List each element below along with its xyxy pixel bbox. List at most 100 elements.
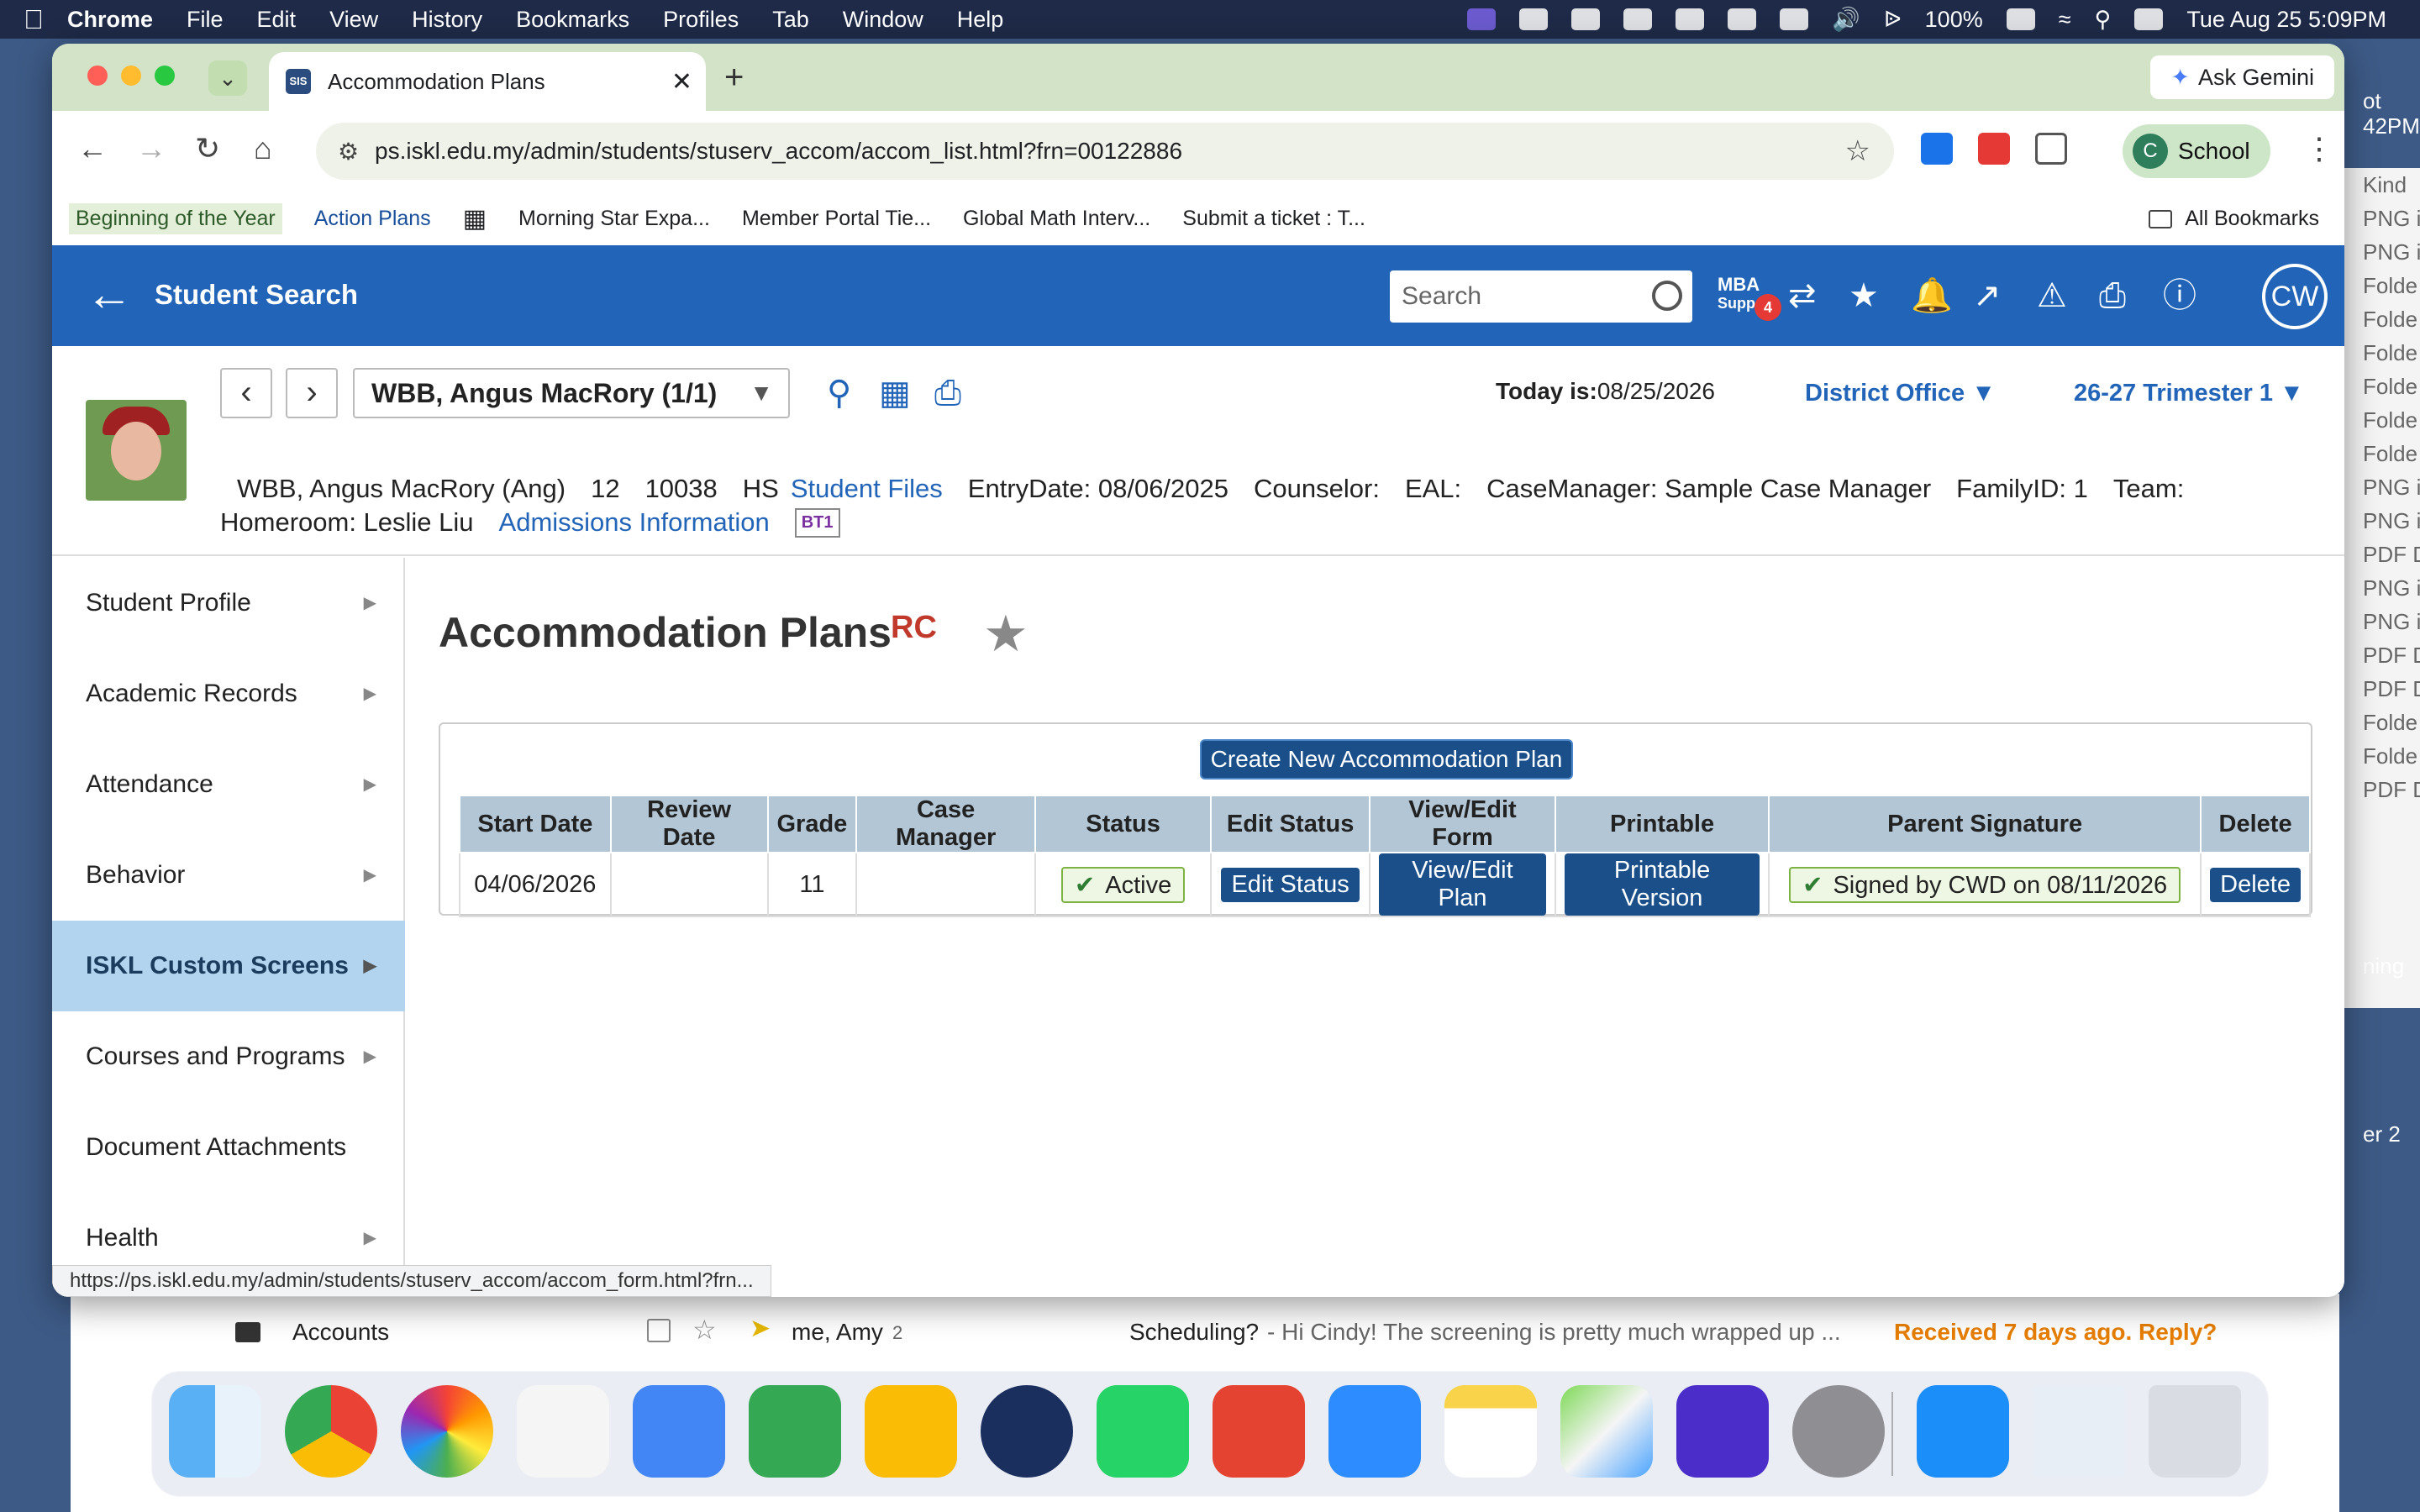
extension-icon-2[interactable] (1978, 133, 2010, 165)
previous-student-button[interactable]: ‹ (220, 368, 272, 418)
all-bookmarks[interactable]: All Bookmarks (2148, 207, 2319, 231)
tray-app-icon-3[interactable] (1728, 8, 1757, 30)
google-slides-icon[interactable] (865, 1385, 957, 1478)
ask-gemini-button[interactable]: ✦ Ask Gemini (2150, 55, 2334, 99)
sidebar-item-academic-records[interactable]: Academic Records ▶ (52, 648, 405, 739)
spotlight-icon[interactable]: ⚲ (2095, 7, 2112, 33)
control-center-icon[interactable] (2134, 8, 2164, 30)
profile-button[interactable]: C School (2123, 124, 2270, 178)
menu-tab[interactable]: Tab (772, 7, 809, 33)
new-tab-icon[interactable]: + (724, 59, 744, 97)
maximize-window-icon[interactable] (155, 66, 175, 86)
gmail-star-icon[interactable]: ☆ (692, 1314, 717, 1346)
close-tab-icon[interactable]: ✕ (671, 67, 692, 97)
view-edit-plan-button[interactable]: View/Edit Plan (1379, 853, 1546, 916)
volume-icon[interactable]: 🔊 (1832, 6, 1860, 33)
next-student-button[interactable]: › (286, 368, 338, 418)
bookmark-member-portal[interactable]: Member Portal Tie... (742, 207, 931, 231)
student-files-link[interactable]: Student Files (791, 474, 943, 504)
schedule-icon[interactable]: ▦ (879, 376, 911, 410)
sidebar-item-student-profile[interactable]: Student Profile ▶ (52, 558, 405, 648)
menu-history[interactable]: History (412, 7, 482, 33)
menu-app[interactable]: Chrome (67, 7, 153, 33)
menubar-clock[interactable]: Tue Aug 25 5:09PM (2186, 7, 2386, 33)
gmail-row[interactable]: Accounts ☆ ➤ me, Amy 2 Scheduling? - Hi … (71, 1310, 2339, 1378)
tab-search-chevron-icon[interactable]: ⌄ (208, 60, 247, 96)
reload-icon[interactable]: ↻ (195, 131, 220, 166)
bookmark-star-icon[interactable]: ☆ (1845, 134, 1870, 168)
finder-icon[interactable] (169, 1385, 261, 1478)
battery-icon[interactable] (2006, 8, 2035, 30)
bt1-badge[interactable]: BT1 (794, 507, 840, 538)
bookmark-beginning-of-year[interactable]: Beginning of the Year (69, 202, 282, 234)
sidebar-item-iskl-custom-screens[interactable]: ISKL Custom Screens ▶ (52, 921, 405, 1011)
photos-icon[interactable] (401, 1385, 493, 1478)
google-docs-icon[interactable] (633, 1385, 725, 1478)
menu-view[interactable]: View (329, 7, 378, 33)
gmail-checkbox[interactable] (647, 1319, 671, 1342)
back-arrow-icon[interactable]: ← (86, 270, 133, 318)
zoom-icon[interactable] (1328, 1385, 1421, 1478)
apple-icon[interactable]:  (0, 4, 67, 35)
menu-edit[interactable]: Edit (257, 7, 297, 33)
chrome-icon[interactable] (285, 1385, 377, 1478)
grammarly-icon[interactable] (1676, 1385, 1769, 1478)
notes-icon[interactable] (1444, 1385, 1537, 1478)
term-dropdown[interactable]: 26-27 Trimester 1 ▼ (2074, 380, 2304, 407)
bookmark-action-plans[interactable]: Action Plans (314, 207, 431, 231)
alert-warning-icon[interactable]: ⚠ (2037, 279, 2067, 312)
ps-search-input[interactable]: Search (1390, 270, 1692, 323)
bluetooth-icon[interactable]: ᐉ (1884, 7, 1902, 33)
grammarly-icon[interactable] (1571, 8, 1601, 30)
minimize-window-icon[interactable] (121, 66, 141, 86)
add-favorite-star-icon[interactable]: ★ (983, 605, 1028, 664)
print-icon[interactable]: ⎙ (934, 376, 961, 410)
address-url[interactable]: ps.iskl.edu.my/admin/students/stuserv_ac… (375, 138, 1182, 165)
notifications-bell-icon[interactable]: 🔔 (1911, 279, 1953, 312)
student-selector-dropdown[interactable]: WBB, Angus MacRory (1/1) ▼ (353, 368, 790, 418)
pdf-document-icon[interactable] (2033, 1385, 2125, 1478)
student-search-link[interactable]: Student Search (155, 279, 358, 311)
bookmark-submit-ticket[interactable]: Submit a ticket : T... (1182, 207, 1365, 231)
tray-app-icon-2[interactable] (1676, 8, 1705, 30)
location-pin-icon[interactable]: ⚲ (827, 376, 851, 410)
whatsapp-icon[interactable] (1097, 1385, 1189, 1478)
extensions-puzzle-icon[interactable] (2035, 133, 2067, 165)
school-crest-icon[interactable] (981, 1385, 1073, 1478)
zoom-tray-icon[interactable] (1623, 8, 1653, 30)
google-sheets-icon[interactable] (749, 1385, 841, 1478)
maps-icon[interactable] (1560, 1385, 1653, 1478)
menu-file[interactable]: File (187, 7, 224, 33)
printable-version-button[interactable]: Printable Version (1564, 853, 1760, 916)
todoist-icon[interactable] (1213, 1385, 1305, 1478)
trash-icon[interactable] (2149, 1385, 2241, 1478)
site-info-icon[interactable]: ⚙ (338, 138, 359, 165)
back-arrow-icon[interactable]: ← (77, 131, 108, 166)
bookmark-global-math[interactable]: Global Math Interv... (963, 207, 1150, 231)
open-external-icon[interactable]: ↗ (1973, 279, 2002, 312)
apps-grid-icon[interactable]: ▦ (463, 204, 487, 234)
screen-mirror-icon[interactable] (1467, 8, 1497, 30)
sidebar-item-courses-programs[interactable]: Courses and Programs ▶ (52, 1011, 405, 1102)
tray-app-icon[interactable] (1519, 8, 1549, 30)
tab-accommodation-plans[interactable]: SIS Accommodation Plans ✕ (269, 52, 706, 111)
menu-window[interactable]: Window (843, 7, 923, 33)
gmail-important-icon[interactable]: ➤ (750, 1314, 771, 1343)
mba-support-icon[interactable]: MBA Supp 4 (1718, 276, 1781, 321)
sidebar-item-document-attachments[interactable]: Document Attachments (52, 1102, 405, 1193)
forward-arrow-icon[interactable]: → (136, 131, 166, 166)
menu-help[interactable]: Help (957, 7, 1004, 33)
menu-profiles[interactable]: Profiles (663, 7, 739, 33)
create-new-accommodation-plan-button[interactable]: Create New Accommodation Plan (1200, 739, 1573, 780)
print-icon[interactable]: ⎙ (2099, 279, 2126, 312)
sidebar-item-attendance[interactable]: Attendance ▶ (52, 739, 405, 830)
extension-icon-1[interactable] (1921, 133, 1953, 165)
delete-button[interactable]: Delete (2210, 867, 2301, 902)
rc-badge[interactable]: RC (891, 610, 937, 646)
app-store-icon[interactable] (1917, 1385, 2009, 1478)
admissions-information-link[interactable]: Admissions Information (499, 507, 770, 538)
favorites-star-icon[interactable]: ★ (1849, 279, 1879, 312)
wifi-icon[interactable]: ≈ (2059, 7, 2071, 33)
sidebar-item-behavior[interactable]: Behavior ▶ (52, 830, 405, 921)
keynote-icon[interactable] (517, 1385, 609, 1478)
